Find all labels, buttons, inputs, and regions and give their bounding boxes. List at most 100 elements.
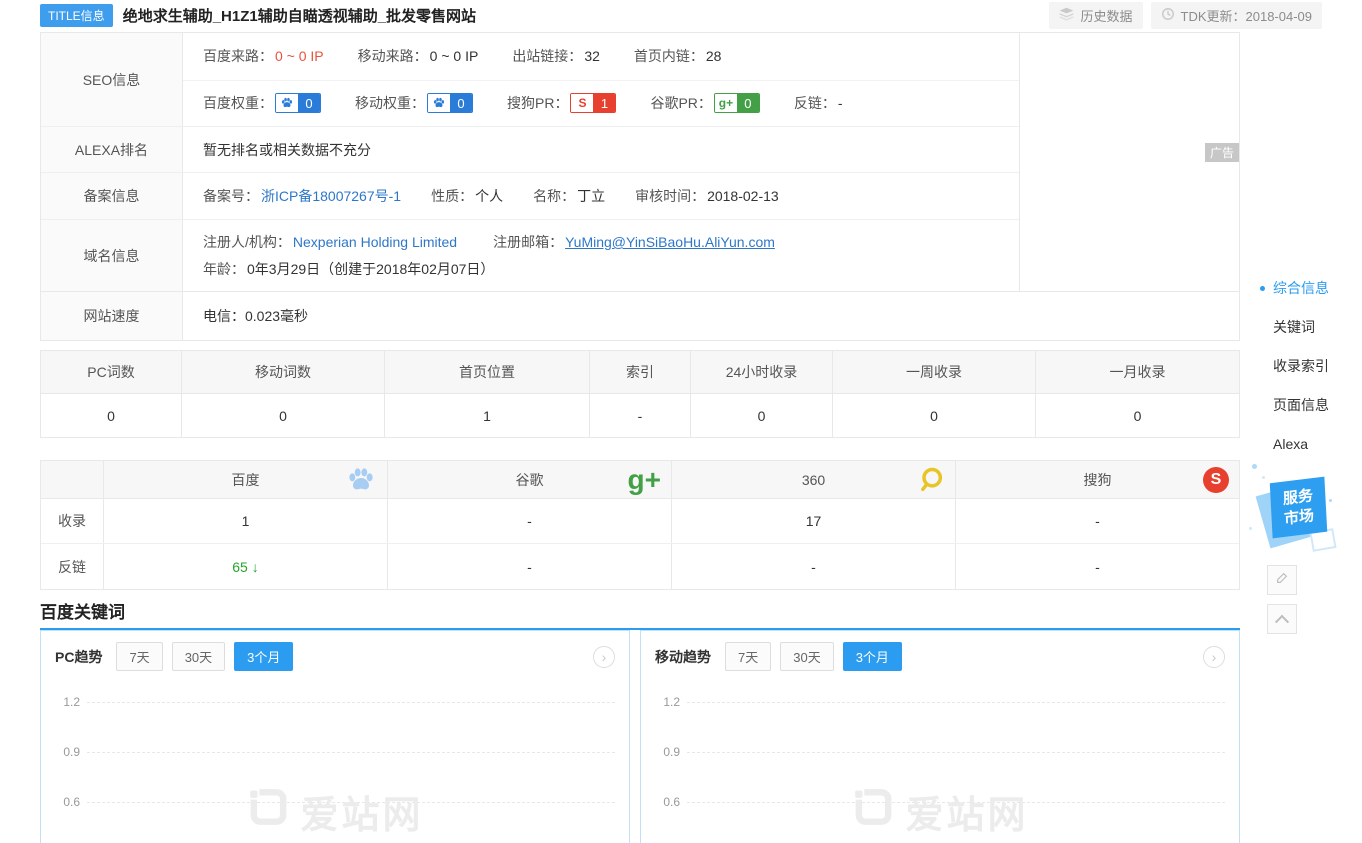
alexa-rank-row: ALEXA排名 暂无排名或相关数据不充分	[41, 127, 1019, 173]
title-info-badge: TITLE信息	[40, 4, 113, 27]
tab-7days[interactable]: 7天	[116, 642, 162, 671]
google-included-value: -	[388, 499, 672, 543]
gridline	[687, 702, 1225, 703]
sogou-pr-badge[interactable]: S 1	[570, 93, 616, 113]
y-tick-label: 0.9	[641, 745, 687, 759]
google-backlinks-value: -	[388, 544, 672, 589]
row-label: 反链	[41, 544, 104, 589]
google-plus-icon: g+	[628, 466, 661, 494]
stats-value: 0	[1036, 394, 1239, 437]
baidu-included-value: 1	[104, 499, 388, 543]
aizhan-logo-watermark-icon	[246, 785, 290, 839]
service-market-badge[interactable]: 服务 市场	[1264, 478, 1334, 548]
page-title: 绝地求生辅助_H1Z1辅助自瞄透视辅助_批发零售网站	[123, 5, 476, 26]
alexa-rank-value: 暂无排名或相关数据不充分	[203, 140, 371, 160]
baidu-paw-icon	[428, 94, 450, 112]
mobile-weight-badge[interactable]: 0	[427, 93, 473, 113]
stats-value: 0	[833, 394, 1036, 437]
tab-3months[interactable]: 3个月	[843, 642, 902, 671]
tab-30days[interactable]: 30天	[172, 642, 225, 671]
clock-icon	[1161, 7, 1175, 24]
icp-nature-value: 个人	[475, 186, 503, 206]
nav-item-overview[interactable]: 综合信息	[1260, 278, 1360, 298]
nav-item-pageinfo[interactable]: 页面信息	[1260, 395, 1360, 415]
tab-30days[interactable]: 30天	[780, 642, 833, 671]
sogou-backlinks-value: -	[956, 544, 1239, 589]
engine-header-google: 谷歌 g+	[388, 461, 672, 498]
site-info-table: SEO信息 百度来路：0 ~ 0 IP 移动来路：0 ~ 0 IP 出站链接：3…	[40, 32, 1240, 341]
site-speed-label: 网站速度	[41, 292, 183, 340]
icp-info-label: 备案信息	[41, 173, 183, 219]
engine-corner-cell	[41, 461, 104, 498]
google-pr-badge[interactable]: g+ 0	[714, 93, 760, 113]
registrant-email-link[interactable]: YuMing@YinSiBaoHu.AliYun.com	[565, 234, 775, 250]
nav-item-alexa[interactable]: Alexa	[1260, 434, 1360, 454]
aizhan-logo-watermark-icon	[851, 785, 895, 839]
search-engine-table: 百度 谷歌 g+ 360 搜狗 S 收录 1 -	[40, 460, 1240, 590]
alexa-rank-label: ALEXA排名	[41, 127, 183, 172]
bullet-dot-icon	[1260, 364, 1265, 369]
icp-number-link[interactable]: 浙ICP备18007267号-1	[261, 186, 401, 206]
stats-value: 0	[41, 394, 182, 437]
mobile-trend-header: 移动趋势 7天 30天 3个月 ›	[641, 631, 1239, 680]
stats-header-row: PC词数 移动词数 首页位置 索引 24小时收录 一周收录 一月收录	[41, 351, 1239, 394]
chevron-right-icon[interactable]: ›	[1203, 646, 1225, 668]
baidu-paw-icon	[345, 464, 377, 496]
360-backlinks-value: -	[672, 544, 956, 589]
site-speed-value: 电信：0.023毫秒	[203, 306, 308, 326]
engine-header-baidu: 百度	[104, 461, 388, 498]
baidu-backlinks-value: 65 ↓	[104, 544, 388, 589]
icp-name-value: 丁立	[577, 186, 605, 206]
nav-item-index[interactable]: 收录索引	[1260, 356, 1360, 376]
nav-item-keywords[interactable]: 关键词	[1260, 317, 1360, 337]
feedback-button[interactable]	[1267, 565, 1297, 595]
baidu-visits-value: 0 ~ 0 IP	[275, 48, 324, 64]
tab-7days[interactable]: 7天	[725, 642, 771, 671]
history-data-button[interactable]: 历史数据	[1049, 2, 1142, 29]
tdk-update-button[interactable]: TDK更新：2018-04-09	[1151, 2, 1323, 29]
y-tick-label: 1.2	[41, 695, 87, 709]
chevron-right-icon[interactable]: ›	[593, 646, 615, 668]
baidu-keywords-title: 百度关键词	[40, 598, 125, 623]
mobile-trend-chart: 1.2 0.9 0.6 0.3 爱站网	[641, 680, 1239, 843]
section-nav: 综合信息 关键词 收录索引 页面信息 Alexa	[1260, 278, 1360, 473]
bullet-dot-icon	[1260, 442, 1265, 447]
stats-value: 0	[691, 394, 833, 437]
bullet-dot-icon	[1260, 286, 1265, 291]
back-to-top-button[interactable]	[1267, 604, 1297, 634]
domain-info-label: 域名信息	[41, 220, 183, 291]
aizhan-watermark: 爱站网	[851, 784, 1028, 839]
baidu-weight-badge[interactable]: 0	[275, 93, 321, 113]
tab-3months[interactable]: 3个月	[234, 642, 293, 671]
keyword-stats-table: PC词数 移动词数 首页位置 索引 24小时收录 一周收录 一月收录 0 0 1…	[40, 350, 1240, 438]
icp-audit-date: 2018-02-13	[707, 188, 779, 204]
seo-info-row: SEO信息 百度来路：0 ~ 0 IP 移动来路：0 ~ 0 IP 出站链接：3…	[41, 33, 1019, 127]
badge-label: 服务 市场	[1270, 477, 1327, 539]
stats-col-header: 索引	[590, 351, 691, 393]
engine-header-row: 百度 谷歌 g+ 360 搜狗 S	[41, 461, 1239, 499]
registrant-link[interactable]: Nexperian Holding Limited	[293, 234, 457, 250]
ad-placeholder: 广告	[1019, 33, 1239, 291]
stats-col-header: 一周收录	[833, 351, 1036, 393]
sogou-s-icon: S	[571, 94, 593, 112]
baidu-paw-icon	[276, 94, 298, 112]
stats-col-header: 首页位置	[385, 351, 590, 393]
chevron-up-icon	[1275, 615, 1289, 629]
aizhan-watermark: 爱站网	[246, 784, 423, 839]
home-links-value: 28	[706, 48, 722, 64]
engine-header-sogou: 搜狗 S	[956, 461, 1239, 498]
mobile-visits-value: 0 ~ 0 IP	[430, 48, 479, 64]
stats-col-header: 一月收录	[1036, 351, 1239, 393]
header: TITLE信息 绝地求生辅助_H1Z1辅助自瞄透视辅助_批发零售网站 历史数据 …	[40, 0, 1322, 30]
stats-value: -	[590, 394, 691, 437]
stats-col-header: 移动词数	[182, 351, 385, 393]
pc-trend-panel: PC趋势 7天 30天 3个月 › 1.2 0.9 0.6 0.3 爱站网	[40, 630, 630, 843]
engine-backlinks-row: 反链 65 ↓ - - -	[41, 544, 1239, 589]
outbound-links-value: 32	[584, 48, 600, 64]
360-included-value: 17	[672, 499, 956, 543]
y-tick-label: 0.6	[641, 795, 687, 809]
history-layers-icon	[1059, 7, 1074, 24]
backlinks-value: -	[838, 95, 843, 111]
domain-age-value: 0年3月29日（创建于2018年02月07日）	[247, 259, 494, 279]
stats-col-header: PC词数	[41, 351, 182, 393]
